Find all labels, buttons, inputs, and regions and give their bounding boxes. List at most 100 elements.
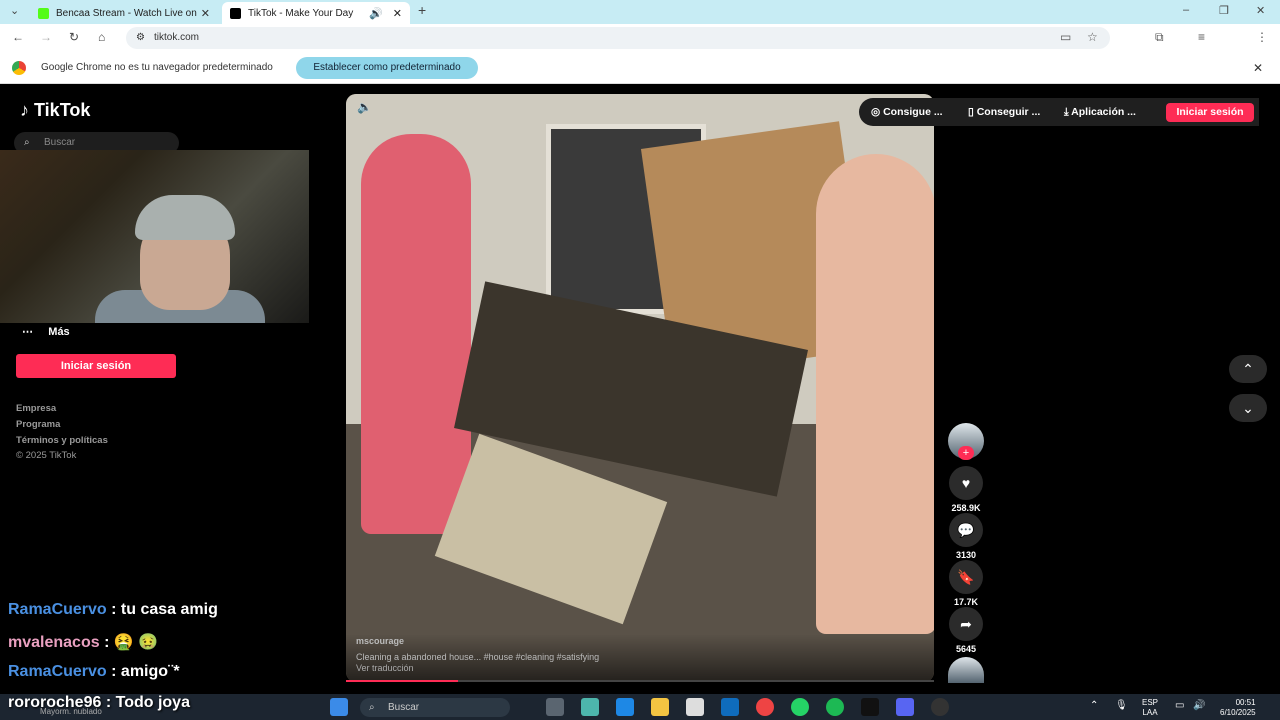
footer-link-terms[interactable]: Términos y políticas bbox=[16, 435, 108, 446]
tray-chevron-up-icon[interactable]: ⌃ bbox=[1090, 700, 1098, 711]
forward-icon[interactable]: → bbox=[40, 30, 52, 44]
obs-icon[interactable] bbox=[931, 698, 949, 716]
chat-text: : 🤮 🤢 bbox=[104, 634, 159, 651]
extensions-icon[interactable]: ⧉ bbox=[1155, 30, 1164, 45]
comment-icon[interactable]: 💬 bbox=[949, 513, 983, 547]
network-icon[interactable]: ▭ bbox=[1175, 700, 1184, 711]
speaker-icon[interactable]: 🔊 bbox=[1193, 700, 1205, 711]
bookmark-icon[interactable]: 🔖 bbox=[949, 560, 983, 594]
see-translation-link[interactable]: Ver traducción bbox=[356, 663, 414, 673]
tab-title: Bencaa Stream - Watch Live on bbox=[56, 7, 197, 19]
outlook-icon[interactable] bbox=[721, 698, 739, 716]
footer-link-program[interactable]: Programa bbox=[16, 419, 60, 430]
lang-layout: LAA bbox=[1142, 708, 1158, 717]
cast-icon[interactable]: ▭ bbox=[1060, 30, 1071, 44]
home-icon[interactable]: ⌂ bbox=[98, 30, 105, 44]
chat-text: : amigo¨* bbox=[111, 663, 180, 680]
chat-message: RamaCuervo : amigo¨* bbox=[8, 663, 180, 681]
webcam-hair bbox=[135, 195, 235, 240]
menu-kebab-icon[interactable]: ⋮ bbox=[1256, 30, 1268, 44]
volume-icon[interactable]: 🔈 bbox=[357, 100, 372, 114]
streamer-webcam-overlay bbox=[0, 150, 309, 323]
chrome-taskbar-icon[interactable] bbox=[756, 698, 774, 716]
more-label: Más bbox=[48, 326, 70, 338]
reload-icon[interactable]: ↻ bbox=[69, 30, 79, 44]
new-tab-button[interactable]: + bbox=[418, 2, 426, 18]
share-icon[interactable]: ➦ bbox=[949, 607, 983, 641]
language-indicator[interactable]: ESP LAA bbox=[1142, 698, 1158, 718]
video-progress-bar[interactable] bbox=[346, 680, 934, 682]
tiktok-taskbar-icon[interactable] bbox=[861, 698, 879, 716]
tab-tiktok[interactable]: TikTok - Make Your Day 🔊 ✕ bbox=[222, 2, 410, 24]
kick-favicon-icon bbox=[38, 7, 49, 19]
bookmark-star-icon[interactable]: ☆ bbox=[1087, 30, 1098, 44]
video-progress-fill bbox=[346, 680, 458, 682]
clock-date: 6/10/2025 bbox=[1220, 708, 1256, 717]
follow-plus-icon[interactable]: + bbox=[958, 446, 974, 460]
spotify-icon[interactable] bbox=[826, 698, 844, 716]
chat-message: RamaCuervo : tu casa amig bbox=[8, 601, 218, 619]
like-action[interactable]: ♥ 258.9K bbox=[948, 466, 984, 513]
chat-username: rororoche96 bbox=[8, 694, 102, 711]
video-description: Cleaning a abandoned house... #house #cl… bbox=[356, 652, 600, 662]
search-placeholder: Buscar bbox=[44, 137, 76, 148]
tiktok-logo[interactable]: ♪ TikTok bbox=[20, 100, 90, 121]
browser-toolbar: ← → ↻ ⌂ ⚙ tiktok.com ▭ ☆ ⧉ ≡ ⋮ bbox=[0, 24, 1280, 69]
maximize-icon[interactable]: ❐ bbox=[1219, 4, 1229, 17]
start-windows-icon[interactable] bbox=[330, 698, 348, 716]
discord-icon[interactable] bbox=[896, 698, 914, 716]
whatsapp-icon[interactable] bbox=[791, 698, 809, 716]
like-count: 258.9K bbox=[951, 503, 981, 513]
address-bar[interactable]: ⚙ tiktok.com bbox=[126, 27, 1110, 49]
search-icon: ⌕ bbox=[369, 702, 375, 713]
get-coins-label: Consigue ... bbox=[883, 106, 943, 118]
microphone-icon[interactable]: 🎙 bbox=[1115, 700, 1128, 711]
footer-copyright: © 2025 TikTok bbox=[16, 450, 77, 461]
chat-username: RamaCuervo bbox=[8, 601, 107, 618]
media-control-icon[interactable]: ≡ bbox=[1198, 30, 1205, 44]
video-scene-person-left bbox=[361, 134, 471, 534]
login-button-sidebar[interactable]: Iniciar sesión bbox=[16, 354, 176, 378]
url-text: tiktok.com bbox=[154, 32, 200, 43]
comment-count: 3130 bbox=[955, 550, 977, 560]
store-icon[interactable] bbox=[686, 698, 704, 716]
copilot-icon[interactable] bbox=[581, 698, 599, 716]
file-explorer-icon[interactable] bbox=[651, 698, 669, 716]
get-coins-button[interactable]: ◎ Consigue ... bbox=[871, 106, 943, 118]
tab-kick-stream[interactable]: Bencaa Stream - Watch Live on ✕ bbox=[30, 2, 218, 24]
save-action[interactable]: 🔖 17.7K bbox=[948, 560, 984, 607]
chat-username: RamaCuervo bbox=[8, 663, 107, 680]
task-view-icon[interactable] bbox=[546, 698, 564, 716]
heart-icon[interactable]: ♥ bbox=[949, 466, 983, 500]
footer-link-company[interactable]: Empresa bbox=[16, 403, 56, 414]
previous-video-button[interactable]: ⌃ bbox=[1229, 355, 1267, 383]
more-menu-item[interactable]: ⋯ Más bbox=[22, 325, 70, 338]
comment-action[interactable]: 💬 3130 bbox=[948, 513, 984, 560]
share-action[interactable]: ➦ 5645 bbox=[948, 607, 984, 654]
login-button-top[interactable]: Iniciar sesión bbox=[1166, 103, 1254, 122]
tab-search-icon[interactable]: ⌄ bbox=[10, 4, 19, 17]
download-app-button[interactable]: ⤓ Aplicación ... bbox=[1064, 106, 1136, 119]
video-player[interactable] bbox=[346, 94, 934, 682]
set-default-button[interactable]: Establecer como predeterminado bbox=[296, 57, 478, 79]
close-infobar-icon[interactable]: ✕ bbox=[1253, 61, 1263, 75]
tab-title: TikTok - Make Your Day bbox=[248, 7, 354, 19]
chrome-logo-icon bbox=[12, 61, 26, 75]
close-tab-icon[interactable]: ✕ bbox=[393, 7, 402, 20]
close-window-icon[interactable]: ✕ bbox=[1256, 4, 1265, 17]
back-icon[interactable]: ← bbox=[12, 30, 24, 44]
video-author[interactable]: mscourage bbox=[356, 636, 404, 646]
next-video-button[interactable]: ⌄ bbox=[1229, 394, 1267, 422]
share-count: 5645 bbox=[955, 644, 977, 654]
site-info-icon[interactable]: ⚙ bbox=[136, 27, 145, 49]
close-tab-icon[interactable]: ✕ bbox=[201, 7, 210, 20]
taskbar-search[interactable]: ⌕ Buscar bbox=[360, 698, 510, 717]
minimize-icon[interactable]: – bbox=[1183, 4, 1189, 16]
audio-playing-icon[interactable]: 🔊 bbox=[369, 7, 383, 20]
clock[interactable]: 00:51 6/10/2025 bbox=[1220, 698, 1256, 718]
windows-taskbar bbox=[0, 694, 1280, 720]
get-app-button[interactable]: ▯ Conseguir ... bbox=[968, 106, 1040, 118]
lang-code: ESP bbox=[1142, 698, 1159, 707]
edge-icon[interactable] bbox=[616, 698, 634, 716]
default-browser-infobar: Google Chrome no es tu navegador predete… bbox=[0, 52, 1280, 84]
